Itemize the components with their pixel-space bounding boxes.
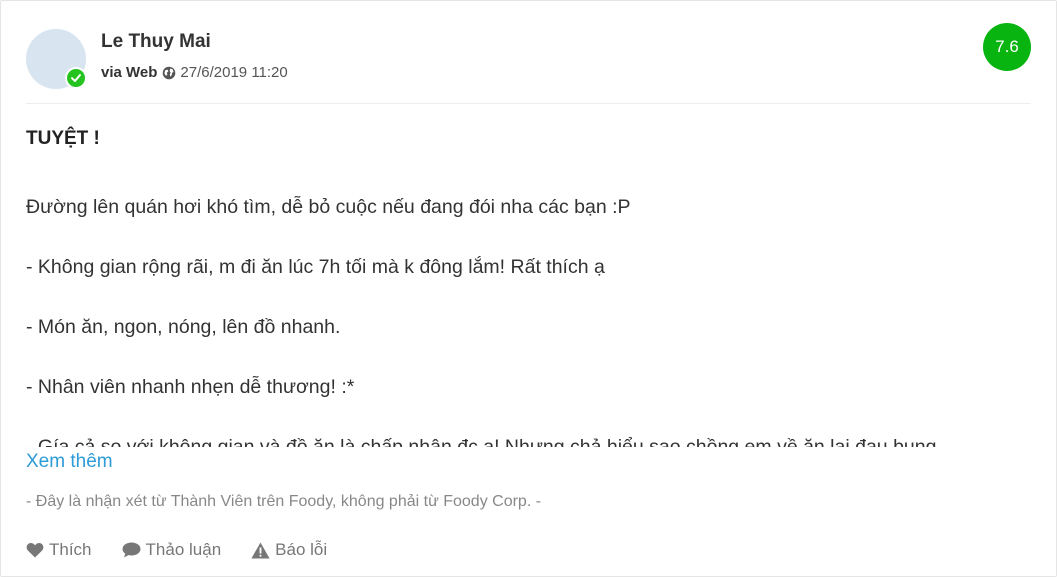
review-actions: Thích Thảo luận Báo lỗi [26,540,357,560]
review-paragraph: - Gía cả so với không gian và đồ ăn là c… [26,436,937,447]
see-more-link[interactable]: Xem thêm [26,451,113,473]
warning-icon [251,542,270,558]
username[interactable]: Le Thuy Mai [101,31,211,53]
discuss-label: Thảo luận [145,540,222,559]
verified-check-icon [65,67,87,89]
review-paragraph: - Không gian rộng rãi, m đi ăn lúc 7h tố… [26,256,605,278]
review-card: Le Thuy Mai via Web 27/6/2019 11:20 7.6 … [0,0,1057,577]
heart-icon [26,542,44,558]
review-date: 27/6/2019 11:20 [180,64,288,81]
comment-icon [122,542,141,558]
report-label: Báo lỗi [275,540,328,559]
review-meta: via Web 27/6/2019 11:20 [101,64,288,81]
via-source: via Web [101,64,158,81]
score-badge: 7.6 [983,23,1031,71]
discuss-button[interactable]: Thảo luận [122,540,222,560]
globe-icon [162,66,176,80]
divider [26,103,1031,104]
review-paragraph: Đường lên quán hơi khó tìm, dễ bỏ cuộc n… [26,196,631,218]
review-body: Đường lên quán hơi khó tìm, dễ bỏ cuộc n… [26,194,1036,447]
review-title: TUYỆT ! [26,128,100,149]
review-paragraph: - Nhân viên nhanh nhẹn dễ thương! :* [26,376,355,398]
review-paragraph: - Món ăn, ngon, nóng, lên đồ nhanh. [26,316,341,338]
report-button[interactable]: Báo lỗi [251,540,327,560]
like-label: Thích [49,540,92,559]
disclaimer: - Đây là nhận xét từ Thành Viên trên Foo… [26,493,542,510]
like-button[interactable]: Thích [26,540,92,560]
